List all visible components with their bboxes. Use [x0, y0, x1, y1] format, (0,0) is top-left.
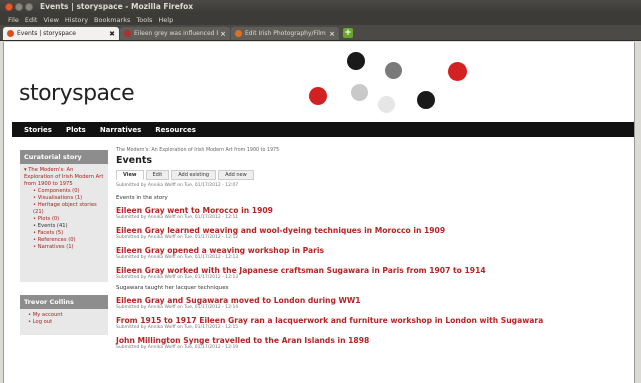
window-titlebar: Events | storyspace - Mozilla Firefox [0, 0, 641, 14]
event-submitted: Submitted by Annika Wolff on Tue, 01/17/… [116, 235, 239, 240]
tab-view[interactable]: View [116, 170, 144, 180]
pin-decoration [448, 62, 467, 81]
browser-tabbar: Events | storyspace ✖ Eileen grey was in… [0, 25, 641, 41]
pin-decoration [417, 91, 435, 109]
event-item: Eileen Gray opened a weaving workshop in… [116, 246, 631, 261]
breadcrumb[interactable]: The Modern's: An Exploration of Irish Mo… [116, 148, 631, 153]
menu-tools[interactable]: Tools [136, 16, 152, 24]
tab-label: Events | storyspace [17, 30, 76, 37]
menu-view[interactable]: View [43, 16, 58, 24]
pin-decoration [378, 96, 395, 113]
firefox-favicon-icon [7, 30, 14, 37]
tab-close-icon[interactable]: × [329, 30, 335, 38]
site-favicon-icon [124, 30, 131, 37]
curatorial-story-list: ▾ The Modern's: An Exploration of Irish … [20, 164, 108, 255]
tab-label: Eileen grey was influenced b... [134, 30, 219, 37]
nav-stories[interactable]: Stories [24, 126, 52, 134]
event-submitted: Submitted by Annika Wolff on Tue, 01/17/… [116, 325, 239, 330]
event-submitted: Submitted by Annika Wolff on Tue, 01/17/… [116, 305, 239, 310]
event-title-link[interactable]: Eileen Gray learned weaving and wool-dye… [116, 226, 631, 235]
new-tab-button[interactable]: + [343, 28, 353, 38]
submitted-info: Submitted by Annika Wolff on Tue, 01/17/… [116, 183, 239, 188]
site-favicon-icon [235, 30, 242, 37]
event-item: John Millington Synge travelled to the A… [116, 336, 631, 351]
event-submitted: Submitted by Annika Wolff on Tue, 01/17/… [116, 345, 239, 350]
event-title-link[interactable]: Eileen Gray worked with the Japanese cra… [116, 266, 631, 275]
nav-resources[interactable]: Resources [155, 126, 196, 134]
event-submitted: Submitted by Annika Wolff on Tue, 01/17/… [116, 255, 239, 260]
page-title: Events [116, 155, 153, 166]
pin-decoration [309, 87, 327, 105]
event-title-link[interactable]: John Millington Synge travelled to the A… [116, 336, 631, 345]
pin-decoration [351, 84, 368, 101]
tab-label: Edit Irish Photography/Film | ... [245, 30, 327, 37]
user-block-title: Trevor Collins [20, 295, 108, 309]
event-item: Eileen Gray and Sugawara moved to London… [116, 296, 631, 311]
sidebar-item-heritage-object-stories[interactable]: • Heritage object stories (21) [24, 202, 104, 216]
site-nav: Stories Plots Narratives Resources [12, 122, 634, 137]
window-close-button[interactable] [5, 3, 13, 11]
event-item: Eileen Gray went to Morocco in 1909 Subm… [116, 206, 631, 221]
my-account-link[interactable]: • My account [24, 312, 104, 319]
menu-bookmarks[interactable]: Bookmarks [94, 16, 130, 24]
site-header: storyspace [4, 42, 634, 122]
user-menu-list: • My account • Log out [20, 309, 108, 330]
browser-menubar: File Edit View History Bookmarks Tools H… [0, 14, 641, 25]
sidebar-item-plots[interactable]: • Plots (0) [24, 216, 104, 223]
pin-decoration [347, 52, 365, 70]
sidebar-item-components[interactable]: • Components (0) [24, 188, 104, 195]
menu-help[interactable]: Help [158, 16, 173, 24]
event-title-link[interactable]: From 1915 to 1917 Eileen Gray ran a lacq… [116, 316, 631, 325]
event-item: Eileen Gray learned weaving and wool-dye… [116, 226, 631, 241]
curatorial-story-block: Curatorial story ▾ The Modern's: An Expl… [20, 150, 108, 282]
curatorial-story-title: Curatorial story [20, 150, 108, 164]
story-link[interactable]: ▾ The Modern's: An Exploration of Irish … [24, 167, 104, 188]
event-title-link[interactable]: Eileen Gray and Sugawara moved to London… [116, 296, 631, 305]
sidebar-item-visualisations[interactable]: • Visualisations (1) [24, 195, 104, 202]
main-content: The Modern's: An Exploration of Irish Mo… [116, 148, 631, 351]
user-block: Trevor Collins • My account • Log out [20, 295, 108, 335]
content-tabs: View Edit Add existing Add new [116, 170, 631, 180]
menu-history[interactable]: History [65, 16, 88, 24]
nav-narratives[interactable]: Narratives [100, 126, 141, 134]
tab-add-existing[interactable]: Add existing [171, 170, 217, 180]
log-out-link[interactable]: • Log out [24, 319, 104, 326]
tab-events-storyspace[interactable]: Events | storyspace ✖ [3, 27, 119, 40]
event-body: Sugawara taught her lacquer techniques [116, 285, 229, 291]
tab-eileen-grey[interactable]: Eileen grey was influenced b... × [120, 27, 230, 40]
tab-add-new[interactable]: Add new [218, 170, 254, 180]
sidebar-item-narratives[interactable]: • Narratives (1) [24, 244, 104, 251]
tab-close-icon[interactable]: × [220, 30, 226, 38]
tab-close-icon[interactable]: ✖ [109, 30, 115, 38]
web-page: storyspace Stories Plots Narratives Reso… [3, 42, 635, 383]
tab-edit[interactable]: Edit [145, 170, 170, 180]
window-minimize-button[interactable] [15, 3, 23, 11]
event-item: From 1915 to 1917 Eileen Gray ran a lacq… [116, 316, 631, 331]
event-title-link[interactable]: Eileen Gray opened a weaving workshop in… [116, 246, 631, 255]
menu-file[interactable]: File [8, 16, 19, 24]
sidebar-item-references[interactable]: • References (0) [24, 237, 104, 244]
storyspace-logo[interactable]: storyspace [19, 81, 135, 106]
window-title: Events | storyspace - Mozilla Firefox [40, 2, 194, 11]
event-submitted: Submitted by Annika Wolff on Tue, 01/17/… [116, 215, 239, 220]
nav-plots[interactable]: Plots [66, 126, 86, 134]
tab-edit-irish-photography[interactable]: Edit Irish Photography/Film | ... × [231, 27, 339, 40]
menu-edit[interactable]: Edit [25, 16, 38, 24]
event-submitted: Submitted by Annika Wolff on Tue, 01/17/… [116, 275, 239, 280]
pin-decoration [385, 62, 402, 79]
event-title-link[interactable]: Eileen Gray went to Morocco in 1909 [116, 206, 631, 215]
event-item: Eileen Gray worked with the Japanese cra… [116, 266, 631, 291]
intro-text: Events in the story [116, 195, 168, 201]
window-maximize-button[interactable] [25, 3, 33, 11]
sidebar-item-events[interactable]: • Events (41) [24, 223, 104, 230]
sidebar-item-facets[interactable]: • Facets (5) [24, 230, 104, 237]
